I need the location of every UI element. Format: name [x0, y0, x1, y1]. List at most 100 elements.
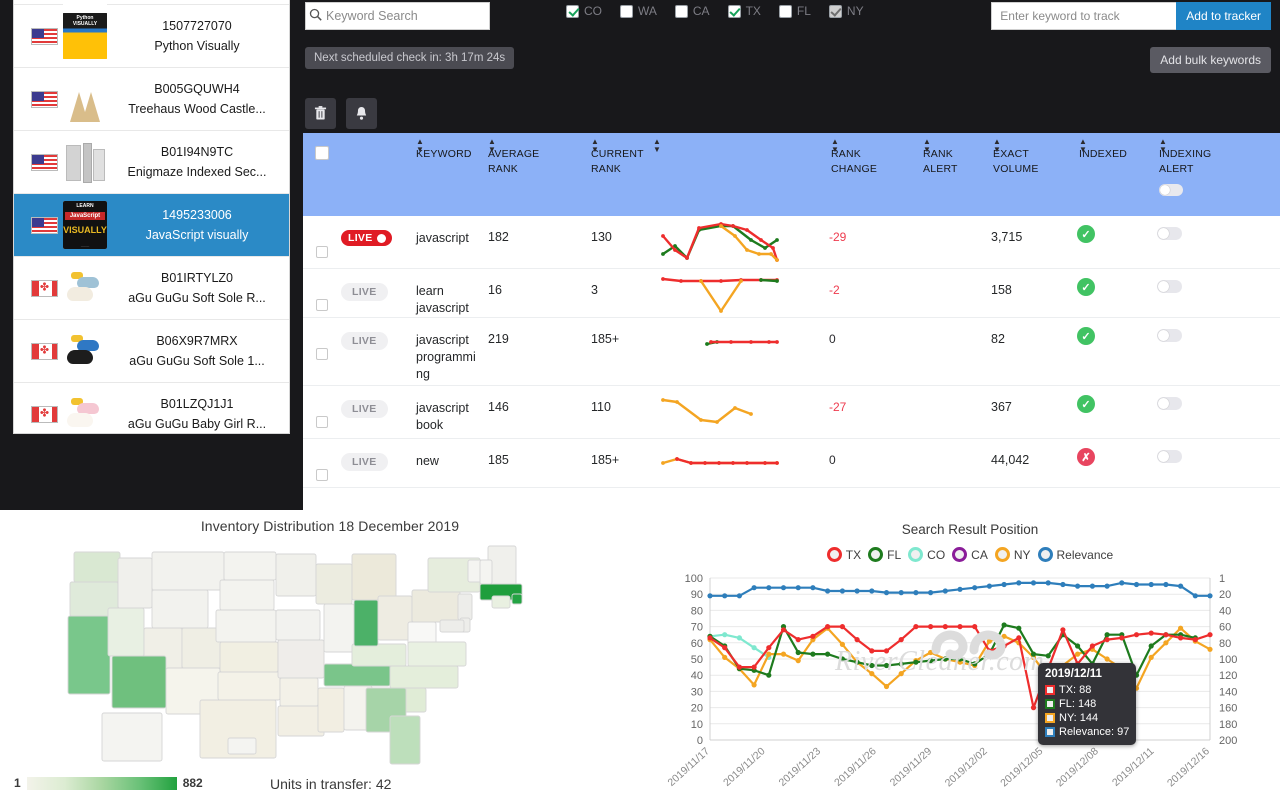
product-list-panel[interactable]: Secure Travel Passwo...PythonVISUALLY150… [13, 0, 290, 434]
checkbox-icon[interactable] [778, 4, 792, 18]
map-state-va[interactable] [407, 641, 467, 667]
row-checkbox[interactable] [316, 299, 328, 311]
row-select-cell[interactable] [303, 439, 341, 487]
map-state-nj[interactable] [457, 593, 473, 621]
search-input[interactable] [324, 8, 489, 24]
table-row[interactable]: LIVE new 185 185+ 0 44,042 ✗ [303, 439, 1280, 488]
table-row[interactable]: LIVE javascript 182 130 -29 3,715 ✓ [303, 216, 1280, 269]
keyword-table[interactable]: ▲ ▼ KEYWORD ▲ ▼ AVERAGE RANK ▲ ▼ CURRENT RANK ▲ ▼ ▲ ▼ R… [303, 133, 1280, 510]
live-badge[interactable]: LIVE [341, 453, 388, 471]
map-state-az[interactable] [111, 655, 167, 709]
rank-alert-cell[interactable] [921, 269, 991, 317]
indexing-alert-toggle[interactable] [1157, 227, 1182, 240]
header-exact-volume[interactable]: ▲ ▼ EXACT VOLUME [993, 133, 1079, 216]
product-list-item[interactable]: B005GQUWH4 Treehaus Wood Castle... [14, 68, 289, 131]
select-all-checkbox[interactable] [315, 146, 329, 160]
map-state-ky[interactable] [351, 643, 407, 667]
header-sparkline[interactable]: ▲ ▼ [653, 133, 831, 216]
rank-alert-cell[interactable] [921, 318, 991, 385]
state-filter-fl[interactable]: FL [778, 4, 811, 18]
indexing-alert-cell[interactable] [1157, 386, 1182, 438]
indexing-alert-cell[interactable] [1157, 318, 1182, 385]
product-list-item[interactable]: Python VISUALLY 1507727070 Python Visually [14, 5, 289, 68]
row-checkbox[interactable] [316, 246, 328, 258]
indexing-alert-cell[interactable] [1157, 216, 1182, 268]
legend-item-ca[interactable]: CA [952, 547, 988, 562]
map-state-nv[interactable] [107, 607, 145, 657]
checkbox-icon[interactable] [828, 4, 842, 18]
map-state-mi[interactable] [351, 553, 397, 601]
product-list-item[interactable]: LEARN JavaScript VISUALLY _____ 1495233006 Ja… [14, 194, 289, 257]
sort-arrow-icon[interactable]: ▲ ▼ [993, 138, 1001, 154]
map-state-ms[interactable] [317, 687, 345, 733]
state-filter-group[interactable]: CO WA CA TX FL NY [566, 4, 864, 18]
table-body[interactable]: LIVE javascript 182 130 -29 3,715 ✓ LIVE learn j… [303, 216, 1280, 488]
state-filter-ca[interactable]: CA [674, 4, 710, 18]
header-keyword[interactable]: ▲ ▼ KEYWORD [416, 133, 488, 216]
row-checkbox[interactable] [316, 469, 328, 481]
product-list-item[interactable]: B06X9R7MRX aGu GuGu Soft Sole 1... [14, 320, 289, 383]
row-select-cell[interactable] [303, 318, 341, 385]
checkbox-icon[interactable] [674, 4, 688, 18]
legend-item-tx[interactable]: TX [826, 547, 861, 562]
map-state-ne[interactable] [215, 609, 277, 643]
indexing-alert-toggle[interactable] [1157, 329, 1182, 342]
add-to-tracker-button[interactable]: Add to tracker [1176, 2, 1271, 30]
rank-alert-cell[interactable] [921, 439, 991, 487]
sort-arrow-icon[interactable]: ▲ ▼ [831, 138, 839, 154]
header-indexed[interactable]: ▲ ▼ INDEXED [1079, 133, 1159, 216]
product-list-item[interactable]: B01IRTYLZ0 aGu GuGu Soft Sole R... [14, 257, 289, 320]
row-select-cell[interactable] [303, 386, 341, 438]
legend-item-ny[interactable]: NY [994, 547, 1031, 562]
live-badge[interactable]: LIVE [341, 283, 388, 301]
map-state-nh[interactable] [479, 559, 493, 585]
map-state-ca[interactable] [67, 615, 111, 695]
state-filter-co[interactable]: CO [566, 4, 602, 18]
header-indexing-alert[interactable]: ▲ ▼ INDEXING ALERT [1159, 133, 1221, 216]
checkbox-icon[interactable] [727, 4, 741, 18]
sort-arrow-icon[interactable]: ▲ ▼ [1159, 138, 1167, 154]
header-average-rank[interactable]: ▲ ▼ AVERAGE RANK [488, 133, 591, 216]
indexing-alert-toggle[interactable] [1157, 450, 1182, 463]
sort-arrow-icon[interactable]: ▲ ▼ [1079, 138, 1087, 154]
indexing-alert-master-toggle[interactable] [1159, 184, 1183, 196]
select-all-column[interactable] [303, 133, 341, 216]
map-state-nd[interactable] [223, 551, 277, 581]
us-choropleth-map[interactable] [60, 538, 600, 768]
map-state-id[interactable] [117, 557, 153, 609]
live-badge[interactable]: LIVE [341, 332, 388, 350]
map-state-ct[interactable] [491, 595, 511, 609]
map-state-pa[interactable] [411, 589, 461, 623]
map-state-ri[interactable] [511, 593, 523, 605]
legend-item-co[interactable]: CO [908, 547, 945, 562]
map-state-ok[interactable] [217, 671, 281, 701]
map-state-mt[interactable] [151, 551, 225, 591]
live-cell[interactable]: LIVE [341, 216, 416, 268]
row-select-cell[interactable] [303, 216, 341, 268]
table-row[interactable]: LIVE javascript book 146 110 -27 367 ✓ [303, 386, 1280, 439]
sort-arrow-icon[interactable]: ▲ ▼ [416, 138, 424, 154]
map-state-ks[interactable] [219, 641, 279, 673]
map-state-in[interactable] [353, 599, 379, 647]
add-keyword-group[interactable]: Add to tracker [991, 2, 1271, 30]
header-rank-alert[interactable]: ▲ ▼ RANK ALERT [923, 133, 993, 216]
sort-arrow-icon[interactable]: ▲ ▼ [653, 138, 661, 154]
indexing-alert-toggle[interactable] [1157, 397, 1182, 410]
map-state-mo[interactable] [277, 639, 325, 679]
map-state-fl[interactable] [389, 715, 421, 765]
chart-plot-area[interactable]: RiverCleaner.com 0 10 20 30 40 50 60 70 80 90 100 1… [660, 568, 1280, 800]
map-state-mn[interactable] [275, 553, 317, 597]
trash-icon[interactable] [305, 98, 336, 129]
row-checkbox[interactable] [316, 348, 328, 360]
map-state-il[interactable] [323, 603, 355, 653]
checkbox-icon[interactable] [620, 4, 633, 18]
bell-icon[interactable] [346, 98, 377, 129]
product-list-item[interactable]: B01LZQJ1J1 aGu GuGu Baby Girl R... [14, 383, 289, 433]
indexing-alert-toggle[interactable] [1157, 280, 1182, 293]
map-state-la[interactable] [277, 705, 325, 737]
live-badge[interactable]: LIVE [341, 230, 392, 246]
map-state-nc[interactable] [389, 665, 459, 689]
rank-alert-cell[interactable] [921, 386, 991, 438]
legend-item-relevance[interactable]: Relevance [1037, 547, 1113, 562]
checkbox-icon[interactable] [566, 4, 579, 18]
